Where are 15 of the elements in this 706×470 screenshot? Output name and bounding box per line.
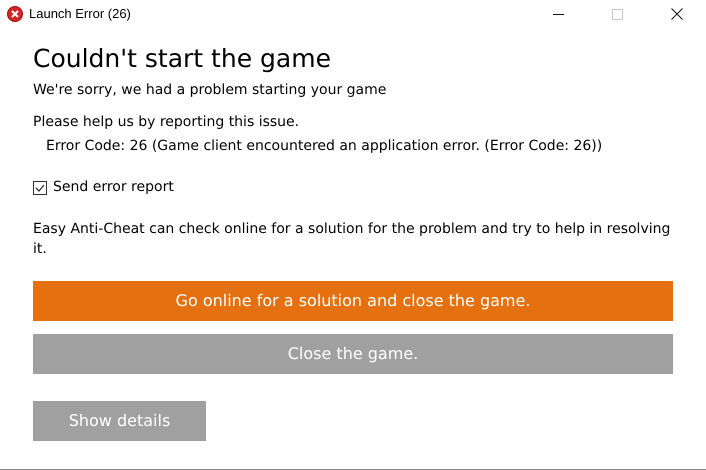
window-title: Launch Error (26) bbox=[29, 5, 131, 24]
subheading: We're sorry, we had a problem starting your game bbox=[33, 81, 388, 100]
info-text: Easy Anti-Cheat can check online for a solution for the problem and try to help in resolving it. bbox=[33, 220, 672, 259]
maximize-icon bbox=[612, 8, 623, 20]
checkbox[interactable] bbox=[33, 180, 47, 194]
show-details-button[interactable]: Show details bbox=[33, 401, 206, 441]
close-game-button[interactable]: Close the game. bbox=[33, 334, 673, 374]
heading: Couldn't start the game bbox=[33, 43, 332, 75]
report-prompt: Please help us by reporting this issue. bbox=[33, 113, 300, 132]
error-icon bbox=[7, 6, 23, 22]
close-icon bbox=[670, 8, 682, 20]
go-online-button[interactable]: Go online for a solution and close the game. bbox=[33, 281, 673, 321]
check-icon bbox=[35, 184, 45, 192]
checkbox-label: Send error report bbox=[53, 178, 174, 197]
error-code: Error Code: 26 (Game client encountered an application error. (Error Code: 26)) bbox=[46, 137, 604, 156]
